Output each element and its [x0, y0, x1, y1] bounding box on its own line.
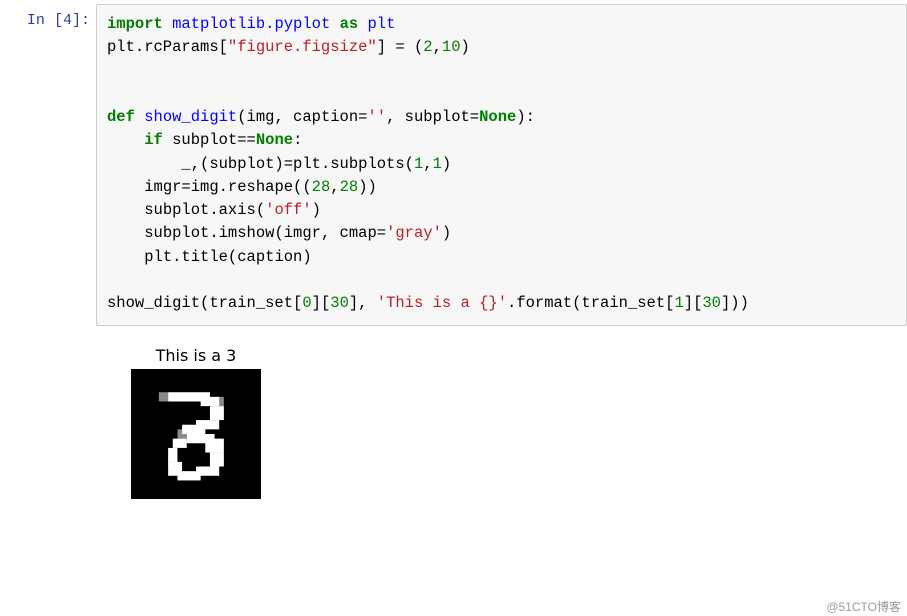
- code-cell: In [4]: import matplotlib.pyplot as plt …: [0, 0, 907, 326]
- code-input-area[interactable]: import matplotlib.pyplot as plt plt.rcPa…: [96, 4, 907, 326]
- prompt-label: In: [27, 12, 45, 29]
- output-area: This is a 3: [96, 346, 296, 499]
- prompt-counter: 4: [63, 12, 72, 29]
- watermark: @51CTO博客: [826, 598, 901, 615]
- digit-image: [131, 369, 261, 499]
- code-block[interactable]: import matplotlib.pyplot as plt plt.rcPa…: [107, 13, 896, 315]
- plot-title: This is a 3: [96, 346, 296, 365]
- input-prompt: In [4]:: [0, 4, 96, 29]
